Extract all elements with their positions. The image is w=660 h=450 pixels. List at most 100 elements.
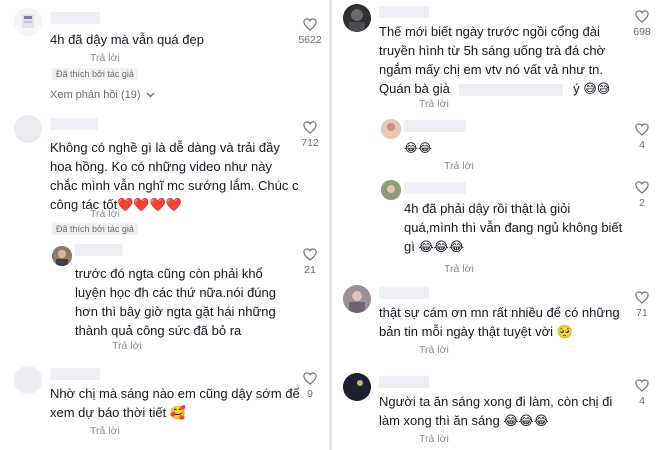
reply-button[interactable]: Trả lời: [90, 425, 120, 437]
view-replies-button[interactable]: Xem phản hồi (19): [50, 89, 155, 101]
view-replies-label: Xem phản hồi (19): [50, 89, 141, 101]
avatar[interactable]: [343, 373, 371, 401]
mention-redacted[interactable]: [459, 83, 564, 96]
comment-text: trước đó ngta cũng còn phải khổ luyện họ…: [75, 264, 300, 340]
like-count: 698: [633, 26, 651, 38]
heart-icon: [635, 291, 649, 304]
username-redacted[interactable]: [50, 368, 100, 380]
comment-text-line: trước đó ngta cũng còn phải khổ: [75, 266, 263, 281]
chevron-down-icon: [146, 92, 155, 98]
avatar[interactable]: [343, 285, 371, 313]
like-count: 71: [636, 307, 648, 319]
avatar[interactable]: [343, 4, 371, 32]
comment-text-line: Quán bà già ý 😅😅: [379, 79, 629, 98]
avatar[interactable]: [381, 119, 401, 139]
avatar[interactable]: [14, 366, 42, 394]
like-count: 5622: [298, 34, 322, 46]
like-button[interactable]: 21: [295, 248, 325, 276]
username-redacted[interactable]: [404, 182, 466, 194]
like-button[interactable]: 4: [627, 379, 657, 407]
like-count: 9: [307, 388, 313, 400]
reply-button[interactable]: Trả lời: [419, 344, 449, 356]
username-redacted[interactable]: [50, 118, 98, 130]
reply-item: 4h đã phải dậy rồi thật là giỏi quá,mình…: [333, 177, 660, 277]
avatar[interactable]: [14, 8, 42, 36]
comment-text-line: ngắm mấy chị em vtv nó vất vả như tn.: [379, 62, 604, 77]
heart-icon: [635, 10, 649, 23]
reply-button[interactable]: Trả lời: [419, 98, 449, 110]
comment-text: 4h đã dậy mà vẫn quá đẹp: [50, 32, 204, 47]
comment-text: 4h đã phải dậy rồi thật là giỏi quá,mình…: [404, 199, 629, 256]
comment-text: Nhờ chị mà sáng nào em cũng dậy sớm để x…: [50, 384, 305, 422]
comment-text: Người ta ăn sáng xong đi làm, còn chị đi…: [379, 392, 639, 430]
like-button[interactable]: 2: [627, 181, 657, 209]
reply-button[interactable]: Trả lời: [90, 208, 120, 220]
username-redacted[interactable]: [75, 244, 123, 256]
avatar[interactable]: [381, 180, 401, 200]
comment-text-line: Nhờ chị mà sáng nào em cũng dậy sớm để: [50, 386, 300, 401]
like-button[interactable]: 5622: [295, 18, 325, 46]
comment-item: Thế mới biết ngày trước ngồi cổng đài tr…: [333, 0, 660, 115]
comment-text-line: Người ta ăn sáng xong đi làm, còn chị đi: [379, 394, 613, 409]
reply-button[interactable]: Trả lời: [419, 433, 449, 445]
like-button[interactable]: 698: [627, 10, 657, 38]
comment-text: Thế mới biết ngày trước ngồi cổng đài tr…: [379, 22, 629, 98]
right-comment-column: Thế mới biết ngày trước ngồi cổng đài tr…: [333, 0, 660, 450]
column-divider: [329, 0, 332, 450]
username-redacted[interactable]: [379, 287, 429, 299]
avatar[interactable]: [52, 246, 72, 266]
comment-text-line: thật sự cám ơn mn rất nhiều để có những: [379, 305, 620, 320]
liked-by-author-badge: Đã thích bởi tác giả: [52, 68, 138, 80]
comment-item: Người ta ăn sáng xong đi làm, còn chị đi…: [333, 367, 660, 450]
comment-text: Không có nghề gì là dễ dàng và trải đầy …: [50, 138, 300, 214]
comment-text-line: quá,mình thì vẫn đang ngủ không biết: [404, 220, 623, 235]
liked-by-author-badge: Đã thích bởi tác giả: [52, 223, 138, 235]
heart-icon: [303, 121, 317, 134]
username-redacted[interactable]: [50, 12, 100, 24]
comment-text-line: bản tin mỗi ngày thật tuyệt vời 🥺: [379, 324, 573, 339]
comment-text: 😂😂: [404, 138, 432, 158]
like-button[interactable]: 712: [295, 121, 325, 149]
comment-item: Nhờ chị mà sáng nào em cũng dậy sớm để x…: [0, 358, 327, 450]
avatar[interactable]: [14, 115, 42, 143]
reply-item: trước đó ngta cũng còn phải khổ luyện họ…: [0, 240, 327, 358]
heart-icon: [303, 372, 317, 385]
like-button[interactable]: 71: [627, 291, 657, 319]
comment-text-line: Thế mới biết ngày trước ngồi cổng đài: [379, 24, 600, 39]
like-count: 2: [639, 197, 645, 209]
username-redacted[interactable]: [379, 376, 429, 388]
heart-icon: [303, 18, 317, 31]
comment-text: thật sự cám ơn mn rất nhiều để có những …: [379, 303, 639, 341]
comment-text-line: luyện học đh các thứ nữa.nói đúng: [75, 285, 276, 300]
heart-icon: [635, 181, 649, 194]
comment-text-line: 4h đã phải dậy rồi thật là giỏi: [404, 201, 571, 216]
reply-button[interactable]: Trả lời: [444, 263, 474, 275]
comment-item: thật sự cám ơn mn rất nhiều để có những …: [333, 277, 660, 367]
comment-text-line: thành quả công sức đã bỏ ra: [75, 323, 242, 338]
comment-text-line: gì 😂😂😂: [404, 239, 465, 254]
like-button[interactable]: 4: [627, 123, 657, 151]
comment-item: 4h đã dậy mà vẫn quá đẹp Trả lời Đã thíc…: [0, 0, 327, 105]
comment-item: Không có nghề gì là dễ dàng và trải đầy …: [0, 105, 327, 245]
comment-text-fragment: ý 😅😅: [573, 81, 611, 96]
left-comment-column: 4h đã dậy mà vẫn quá đẹp Trả lời Đã thíc…: [0, 0, 327, 450]
username-redacted[interactable]: [379, 6, 429, 18]
comment-text-line: xem dự báo thời tiết 🥰: [50, 405, 187, 420]
comment-text-line: Không có nghề gì là dễ dàng và trải đầy: [50, 140, 280, 155]
heart-icon: [635, 379, 649, 392]
emoji-text: 😂😂: [404, 141, 433, 155]
comment-text-line: chắc mình vẫn nghĩ mc sướng lắm. Chúc c: [50, 178, 299, 193]
username-redacted[interactable]: [404, 120, 466, 132]
comment-text-line: công tác tốt❤️❤️❤️❤️: [50, 197, 182, 212]
reply-button[interactable]: Trả lời: [444, 160, 474, 172]
like-button[interactable]: 9: [295, 372, 325, 400]
comment-text-fragment: Quán bà già: [379, 81, 450, 96]
like-count: 4: [639, 139, 645, 151]
like-count: 712: [301, 137, 319, 149]
like-count: 21: [304, 264, 316, 276]
comment-text-line: truyền hình từ 5h sáng uống trà đá chờ: [379, 43, 606, 58]
reply-button[interactable]: Trả lời: [112, 340, 142, 352]
reply-button[interactable]: Trả lời: [90, 52, 120, 64]
reply-item: 😂😂 Trả lời 4: [333, 115, 660, 177]
comment-text-line: hơn thì bây giờ ngta gặt hái những: [75, 304, 276, 319]
